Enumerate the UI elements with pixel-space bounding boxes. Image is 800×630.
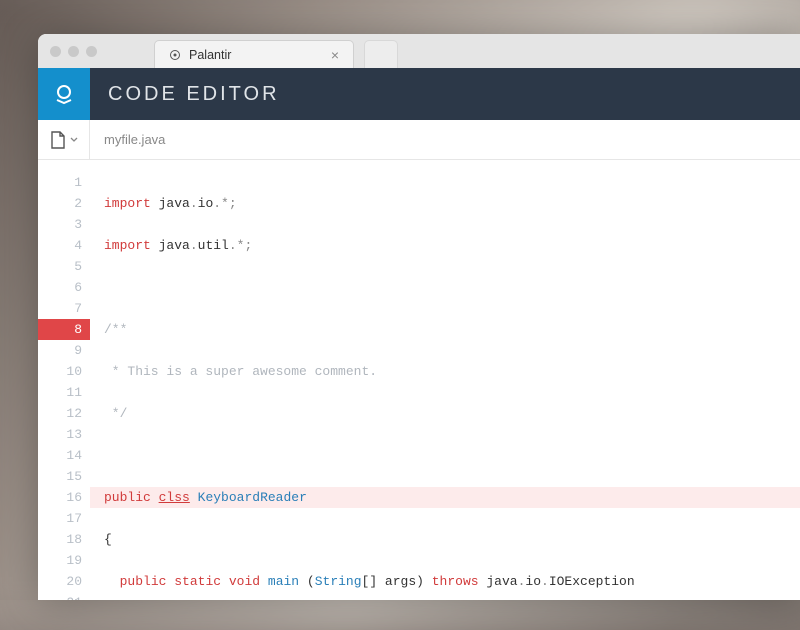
filename-label: myfile.java xyxy=(90,120,165,159)
line-number: 6 xyxy=(38,277,82,298)
line-number: 7 xyxy=(38,298,82,319)
line-number: 8 xyxy=(38,319,90,340)
line-number: 16 xyxy=(38,487,82,508)
line-number: 2 xyxy=(38,193,82,214)
line-number: 11 xyxy=(38,382,82,403)
new-tab-button[interactable] xyxy=(364,40,398,68)
close-tab-icon[interactable]: × xyxy=(331,47,339,63)
line-gutter: 123456789101112131415161718192021 xyxy=(38,160,90,600)
line-number: 14 xyxy=(38,445,82,466)
line-number: 10 xyxy=(38,361,82,382)
line-number: 9 xyxy=(38,340,82,361)
maximize-window-button[interactable] xyxy=(86,46,97,57)
logo-icon xyxy=(52,82,76,106)
file-menu-button[interactable] xyxy=(38,120,90,159)
browser-window: Palantir × CODE EDITOR myfile.java 12345… xyxy=(38,34,800,600)
tab-favicon xyxy=(169,49,181,61)
toolbar: myfile.java xyxy=(38,120,800,160)
line-number: 19 xyxy=(38,550,82,571)
app-header: CODE EDITOR xyxy=(38,68,800,120)
line-number: 12 xyxy=(38,403,82,424)
line-number: 17 xyxy=(38,508,82,529)
line-number: 1 xyxy=(38,172,82,193)
chevron-down-icon xyxy=(70,136,78,144)
code-area[interactable]: import java.io.*; import java.util.*; /*… xyxy=(90,160,800,600)
line-number: 18 xyxy=(38,529,82,550)
line-number: 5 xyxy=(38,256,82,277)
code-editor[interactable]: 123456789101112131415161718192021 import… xyxy=(38,160,800,600)
line-number: 4 xyxy=(38,235,82,256)
minimize-window-button[interactable] xyxy=(68,46,79,57)
tab-title: Palantir xyxy=(189,48,231,62)
app-logo[interactable] xyxy=(38,68,90,120)
line-number: 3 xyxy=(38,214,82,235)
app-title: CODE EDITOR xyxy=(90,68,280,120)
browser-tab[interactable]: Palantir × xyxy=(154,40,354,68)
line-number: 15 xyxy=(38,466,82,487)
line-number: 20 xyxy=(38,571,82,592)
file-icon xyxy=(50,131,66,149)
line-number: 21 xyxy=(38,592,82,600)
close-window-button[interactable] xyxy=(50,46,61,57)
titlebar: Palantir × xyxy=(38,34,800,68)
line-number: 13 xyxy=(38,424,82,445)
